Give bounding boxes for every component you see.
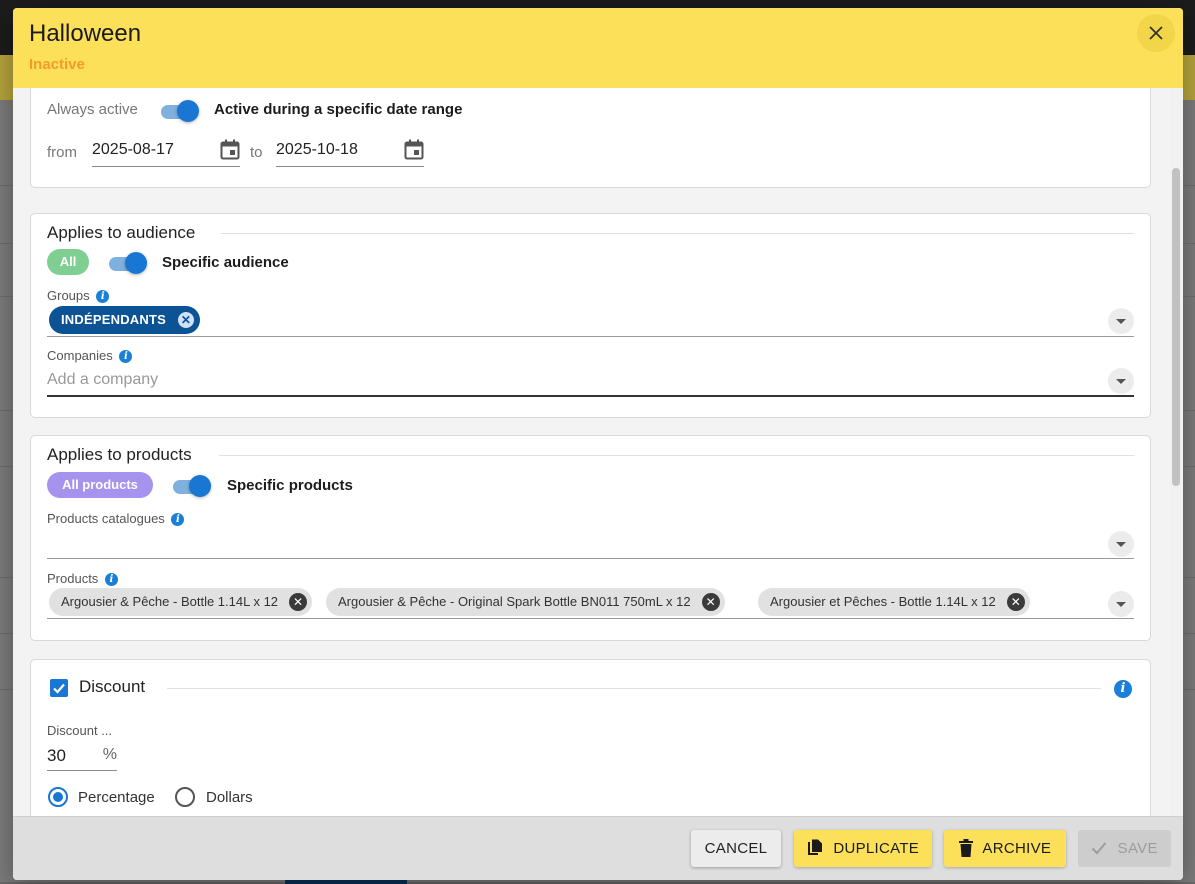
dialog-title: Halloween	[29, 20, 142, 47]
companies-input[interactable]: Add a company	[47, 371, 158, 389]
info-icon[interactable]: i	[119, 350, 133, 364]
to-date-value: 2025-10-18	[276, 141, 358, 158]
discount-checkbox[interactable]	[50, 679, 68, 697]
calendar-icon[interactable]	[404, 139, 424, 161]
groups-label-text: Groups	[47, 288, 90, 303]
discount-card: Discount i Discount ... 30 % Percentage …	[30, 659, 1151, 816]
products-card: Applies to products All products Specifi…	[30, 435, 1151, 641]
group-chip: INDÉPENDANTS ✕	[49, 306, 200, 334]
remove-chip-icon[interactable]: ✕	[177, 312, 194, 328]
discount-field-label: Discount ...	[47, 723, 113, 738]
group-chip-label: INDÉPENDANTS	[61, 312, 166, 327]
product-chip: Argousier & Pêche - Original Spark Bottl…	[326, 588, 725, 616]
specific-audience-label: Specific audience	[162, 254, 289, 271]
remove-chip-icon[interactable]: ✕	[701, 593, 720, 611]
companies-label: Companies i	[47, 348, 133, 364]
percentage-radio[interactable]	[48, 787, 68, 807]
product-chip-label: Argousier & Pêche - Bottle 1.14L x 12	[61, 594, 279, 609]
from-date-value: 2025-08-17	[92, 141, 174, 158]
to-label: to	[250, 144, 263, 161]
remove-chip-icon[interactable]: ✕	[1006, 593, 1025, 611]
scrollbar-thumb[interactable]	[1172, 168, 1180, 486]
products-label-text: Products	[47, 571, 99, 586]
companies-label-text: Companies	[47, 348, 113, 363]
product-chip-label: Argousier et Pêches - Bottle 1.14L x 12	[770, 594, 996, 609]
specific-products-label: Specific products	[227, 477, 353, 494]
audience-all-pill[interactable]: All	[47, 249, 89, 275]
info-icon[interactable]: i	[104, 573, 118, 587]
dialog-header: Halloween Inactive	[13, 8, 1183, 88]
audience-card: Applies to audience All Specific audienc…	[30, 213, 1151, 418]
groups-dropdown-arrow[interactable]	[1108, 308, 1134, 334]
discount-section-title: Discount	[79, 677, 146, 696]
companies-field-underline	[47, 395, 1134, 397]
toggle-thumb	[189, 475, 211, 497]
archive-button[interactable]: ARCHIVE	[944, 830, 1066, 867]
section-divider	[221, 233, 1134, 234]
info-icon[interactable]: i	[96, 290, 110, 304]
duplicate-button[interactable]: DUPLICATE	[794, 830, 932, 867]
calendar-icon[interactable]	[220, 139, 240, 161]
products-label: Products i	[47, 571, 118, 587]
info-icon[interactable]: i	[171, 513, 185, 527]
catalogues-field-underline	[47, 558, 1134, 559]
dollars-label: Dollars	[206, 789, 253, 806]
toggle-thumb	[125, 252, 147, 274]
date-range-toggle[interactable]	[161, 99, 199, 122]
toggle-thumb	[177, 100, 199, 122]
products-toggle[interactable]	[173, 474, 211, 497]
always-active-label: Always active	[47, 101, 138, 118]
product-chip-label: Argousier & Pêche - Original Spark Bottl…	[338, 594, 691, 609]
section-divider	[167, 688, 1101, 689]
percentage-label: Percentage	[78, 789, 155, 806]
promotion-dialog: Halloween Inactive Always active Active …	[13, 8, 1183, 880]
to-date-input[interactable]: 2025-10-18	[276, 137, 424, 167]
info-icon[interactable]: i	[1114, 680, 1132, 698]
from-date-input[interactable]: 2025-08-17	[92, 137, 240, 167]
products-field-underline	[47, 618, 1134, 619]
save-button-label: SAVE	[1117, 840, 1158, 857]
groups-label: Groups i	[47, 288, 110, 304]
audience-section-title: Applies to audience	[47, 223, 196, 242]
check-icon	[53, 683, 65, 694]
cancel-button[interactable]: CANCEL	[691, 830, 781, 867]
cancel-button-label: CANCEL	[704, 840, 768, 857]
remove-chip-icon[interactable]: ✕	[289, 593, 308, 611]
date-range-card: Always active Active during a specific d…	[30, 88, 1151, 188]
companies-dropdown-arrow[interactable]	[1108, 368, 1134, 394]
copy-icon	[807, 839, 822, 855]
archive-button-label: ARCHIVE	[982, 840, 1052, 857]
dialog-footer: CANCEL DUPLICATE ARCHIVE SAVE	[13, 816, 1183, 880]
audience-toggle[interactable]	[109, 251, 147, 274]
trash-icon	[958, 838, 973, 857]
catalogues-label-text: Products catalogues	[47, 511, 165, 526]
specific-range-label: Active during a specific date range	[214, 101, 463, 118]
status-label: Inactive	[29, 56, 85, 73]
check-icon	[1091, 841, 1107, 855]
product-chip: Argousier et Pêches - Bottle 1.14L x 12 …	[758, 588, 1030, 616]
discount-value: 30	[47, 746, 66, 765]
groups-field-underline	[47, 336, 1134, 337]
discount-unit: %	[102, 746, 117, 763]
discount-value-input[interactable]: 30 %	[47, 744, 117, 771]
close-icon	[1149, 26, 1163, 40]
close-button[interactable]	[1137, 14, 1175, 52]
products-dropdown-arrow[interactable]	[1108, 591, 1134, 617]
catalogues-label: Products catalogues i	[47, 511, 185, 527]
dollars-radio[interactable]	[175, 787, 195, 807]
all-products-pill[interactable]: All products	[47, 472, 153, 498]
products-section-title: Applies to products	[47, 445, 192, 464]
dialog-body[interactable]: Always active Active during a specific d…	[13, 88, 1183, 816]
catalogues-dropdown-arrow[interactable]	[1108, 531, 1134, 557]
product-chip: Argousier & Pêche - Bottle 1.14L x 12 ✕	[49, 588, 313, 616]
section-divider	[219, 455, 1134, 456]
duplicate-button-label: DUPLICATE	[833, 840, 920, 857]
from-label: from	[47, 144, 77, 161]
save-button[interactable]: SAVE	[1078, 830, 1171, 867]
